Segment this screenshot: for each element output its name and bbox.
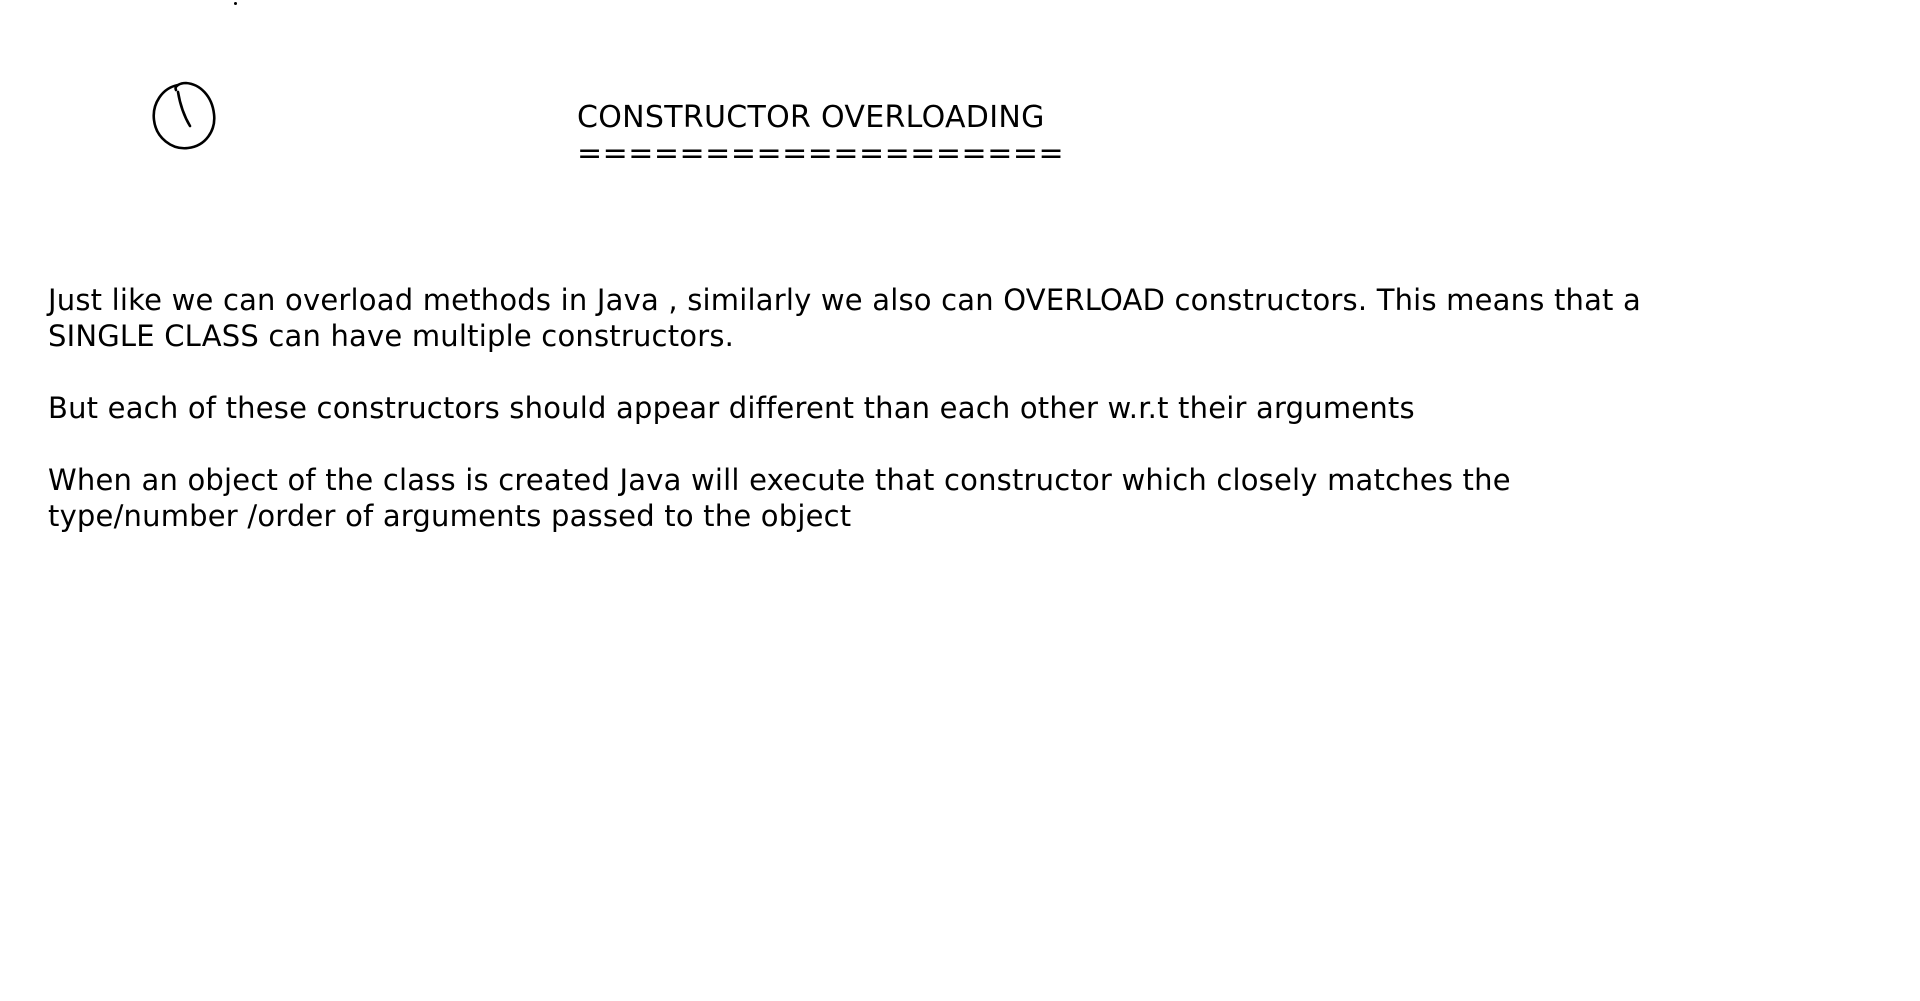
paragraph-constructor-selection: When an object of the class is created J… [48, 462, 1848, 534]
title-block: CONSTRUCTOR OVERLOADING ================… [577, 98, 1097, 170]
title-underline: =================== [577, 136, 1065, 171]
stray-ink-dot [234, 2, 237, 5]
paragraph-overloading-definition: Just like we can overload methods in Jav… [48, 282, 1848, 354]
paragraph-line: When an object of the class is created J… [48, 463, 1511, 497]
hand-drawn-circled-one-icon [152, 81, 216, 150]
paragraph-line: SINGLE CLASS can have multiple construct… [48, 319, 735, 353]
page-title: CONSTRUCTOR OVERLOADING [577, 100, 1045, 135]
paragraph-line: Just like we can overload methods in Jav… [48, 283, 1642, 317]
paragraph-line: type/number /order of arguments passed t… [48, 499, 852, 533]
whiteboard-page: CONSTRUCTOR OVERLOADING ================… [0, 0, 1920, 1001]
paragraph-argument-difference: But each of these constructors should ap… [48, 390, 1848, 426]
paragraph-line: But each of these constructors should ap… [48, 391, 1415, 425]
body-text: Just like we can overload methods in Jav… [48, 282, 1848, 570]
